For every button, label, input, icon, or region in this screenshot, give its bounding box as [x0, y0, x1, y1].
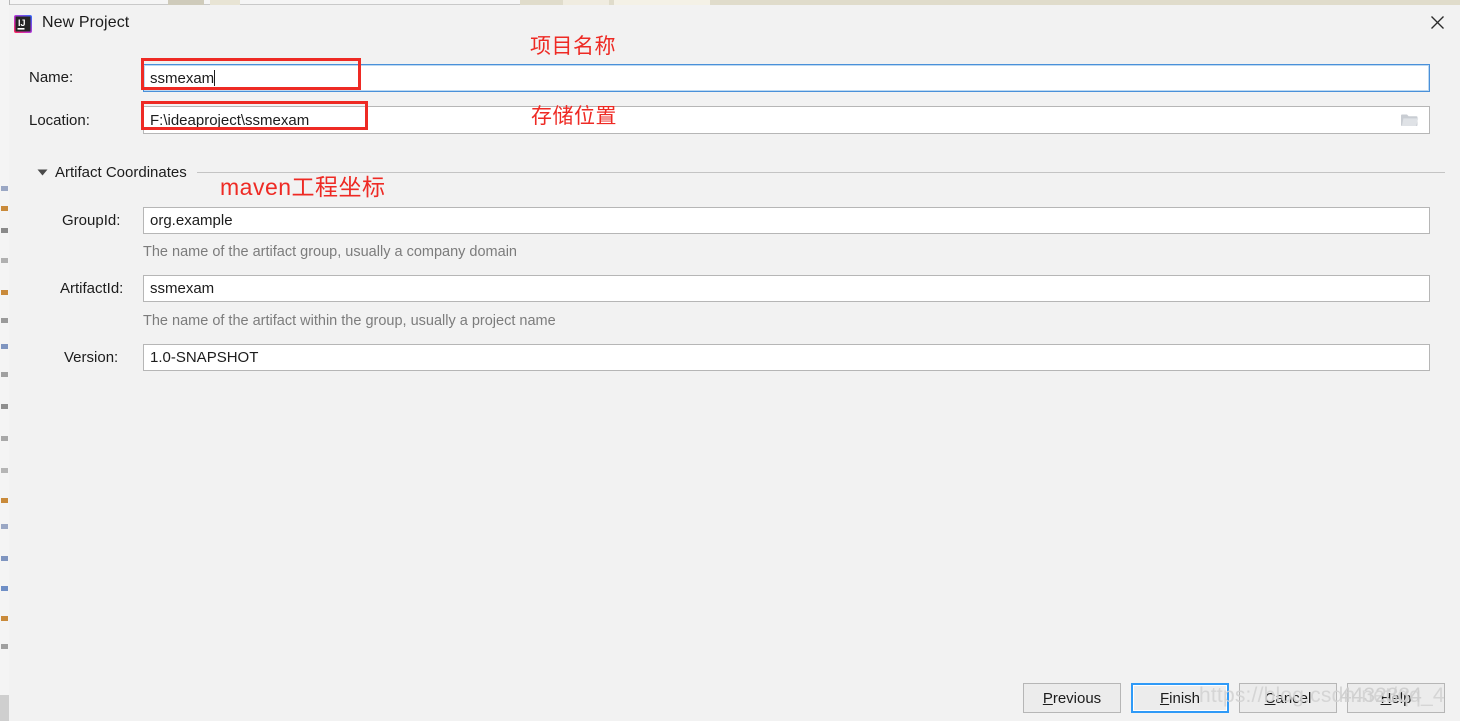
- help-button-label: Help: [1380, 689, 1412, 707]
- name-input[interactable]: ssmexam: [143, 64, 1430, 92]
- previous-button-label: Previous: [1042, 689, 1102, 707]
- dialog-button-bar: Previous Finish Cancel Help: [9, 683, 1460, 721]
- name-label: Name:: [29, 69, 74, 86]
- cancel-button-label: Cancel: [1264, 689, 1312, 707]
- artifactid-input[interactable]: ssmexam: [143, 275, 1430, 302]
- cancel-button[interactable]: Cancel: [1239, 683, 1337, 713]
- annotation-location-note: 存储位置: [531, 105, 617, 128]
- finish-button-label: Finish: [1159, 689, 1201, 707]
- artifactid-label: ArtifactId:: [60, 280, 124, 297]
- dialog-titlebar: IJ New Project: [9, 5, 1460, 42]
- version-label: Version:: [64, 349, 119, 366]
- name-input-value: ssmexam: [150, 69, 215, 87]
- artifactid-hint: The name of the artifact within the grou…: [143, 313, 556, 329]
- intellij-idea-logo-icon: IJ: [12, 13, 34, 35]
- groupid-input[interactable]: org.example: [143, 207, 1430, 234]
- groupid-hint: The name of the artifact group, usually …: [143, 244, 517, 260]
- chevron-down-icon[interactable]: [35, 165, 49, 179]
- location-label: Location:: [29, 112, 90, 129]
- background-status-bar-sliver: [0, 695, 9, 721]
- groupid-label: GroupId:: [62, 212, 121, 229]
- folder-icon[interactable]: [1389, 107, 1429, 133]
- version-input-value: 1.0-SNAPSHOT: [150, 349, 259, 366]
- close-icon[interactable]: [1414, 5, 1460, 39]
- new-project-dialog: IJ New Project Name: ssmexam Location: F…: [9, 5, 1460, 721]
- location-input-value[interactable]: F:\ideaproject\ssmexam: [144, 112, 1389, 129]
- previous-button[interactable]: Previous: [1023, 683, 1121, 713]
- text-caret: [214, 70, 216, 86]
- annotation-coordinates-note: maven工程坐标: [220, 174, 386, 200]
- version-input[interactable]: 1.0-SNAPSHOT: [143, 344, 1430, 371]
- location-input-group[interactable]: F:\ideaproject\ssmexam: [143, 106, 1430, 134]
- finish-button[interactable]: Finish: [1131, 683, 1229, 713]
- artifactid-input-value: ssmexam: [150, 280, 215, 297]
- help-button[interactable]: Help: [1347, 683, 1445, 713]
- svg-text:IJ: IJ: [18, 18, 26, 28]
- artifact-coordinates-title: Artifact Coordinates: [55, 163, 187, 181]
- annotation-name-note: 项目名称: [530, 35, 616, 58]
- screenshot-root: IJ New Project Name: ssmexam Location: F…: [0, 0, 1460, 721]
- dialog-title: New Project: [42, 14, 130, 31]
- groupid-input-value: org.example: [150, 212, 233, 229]
